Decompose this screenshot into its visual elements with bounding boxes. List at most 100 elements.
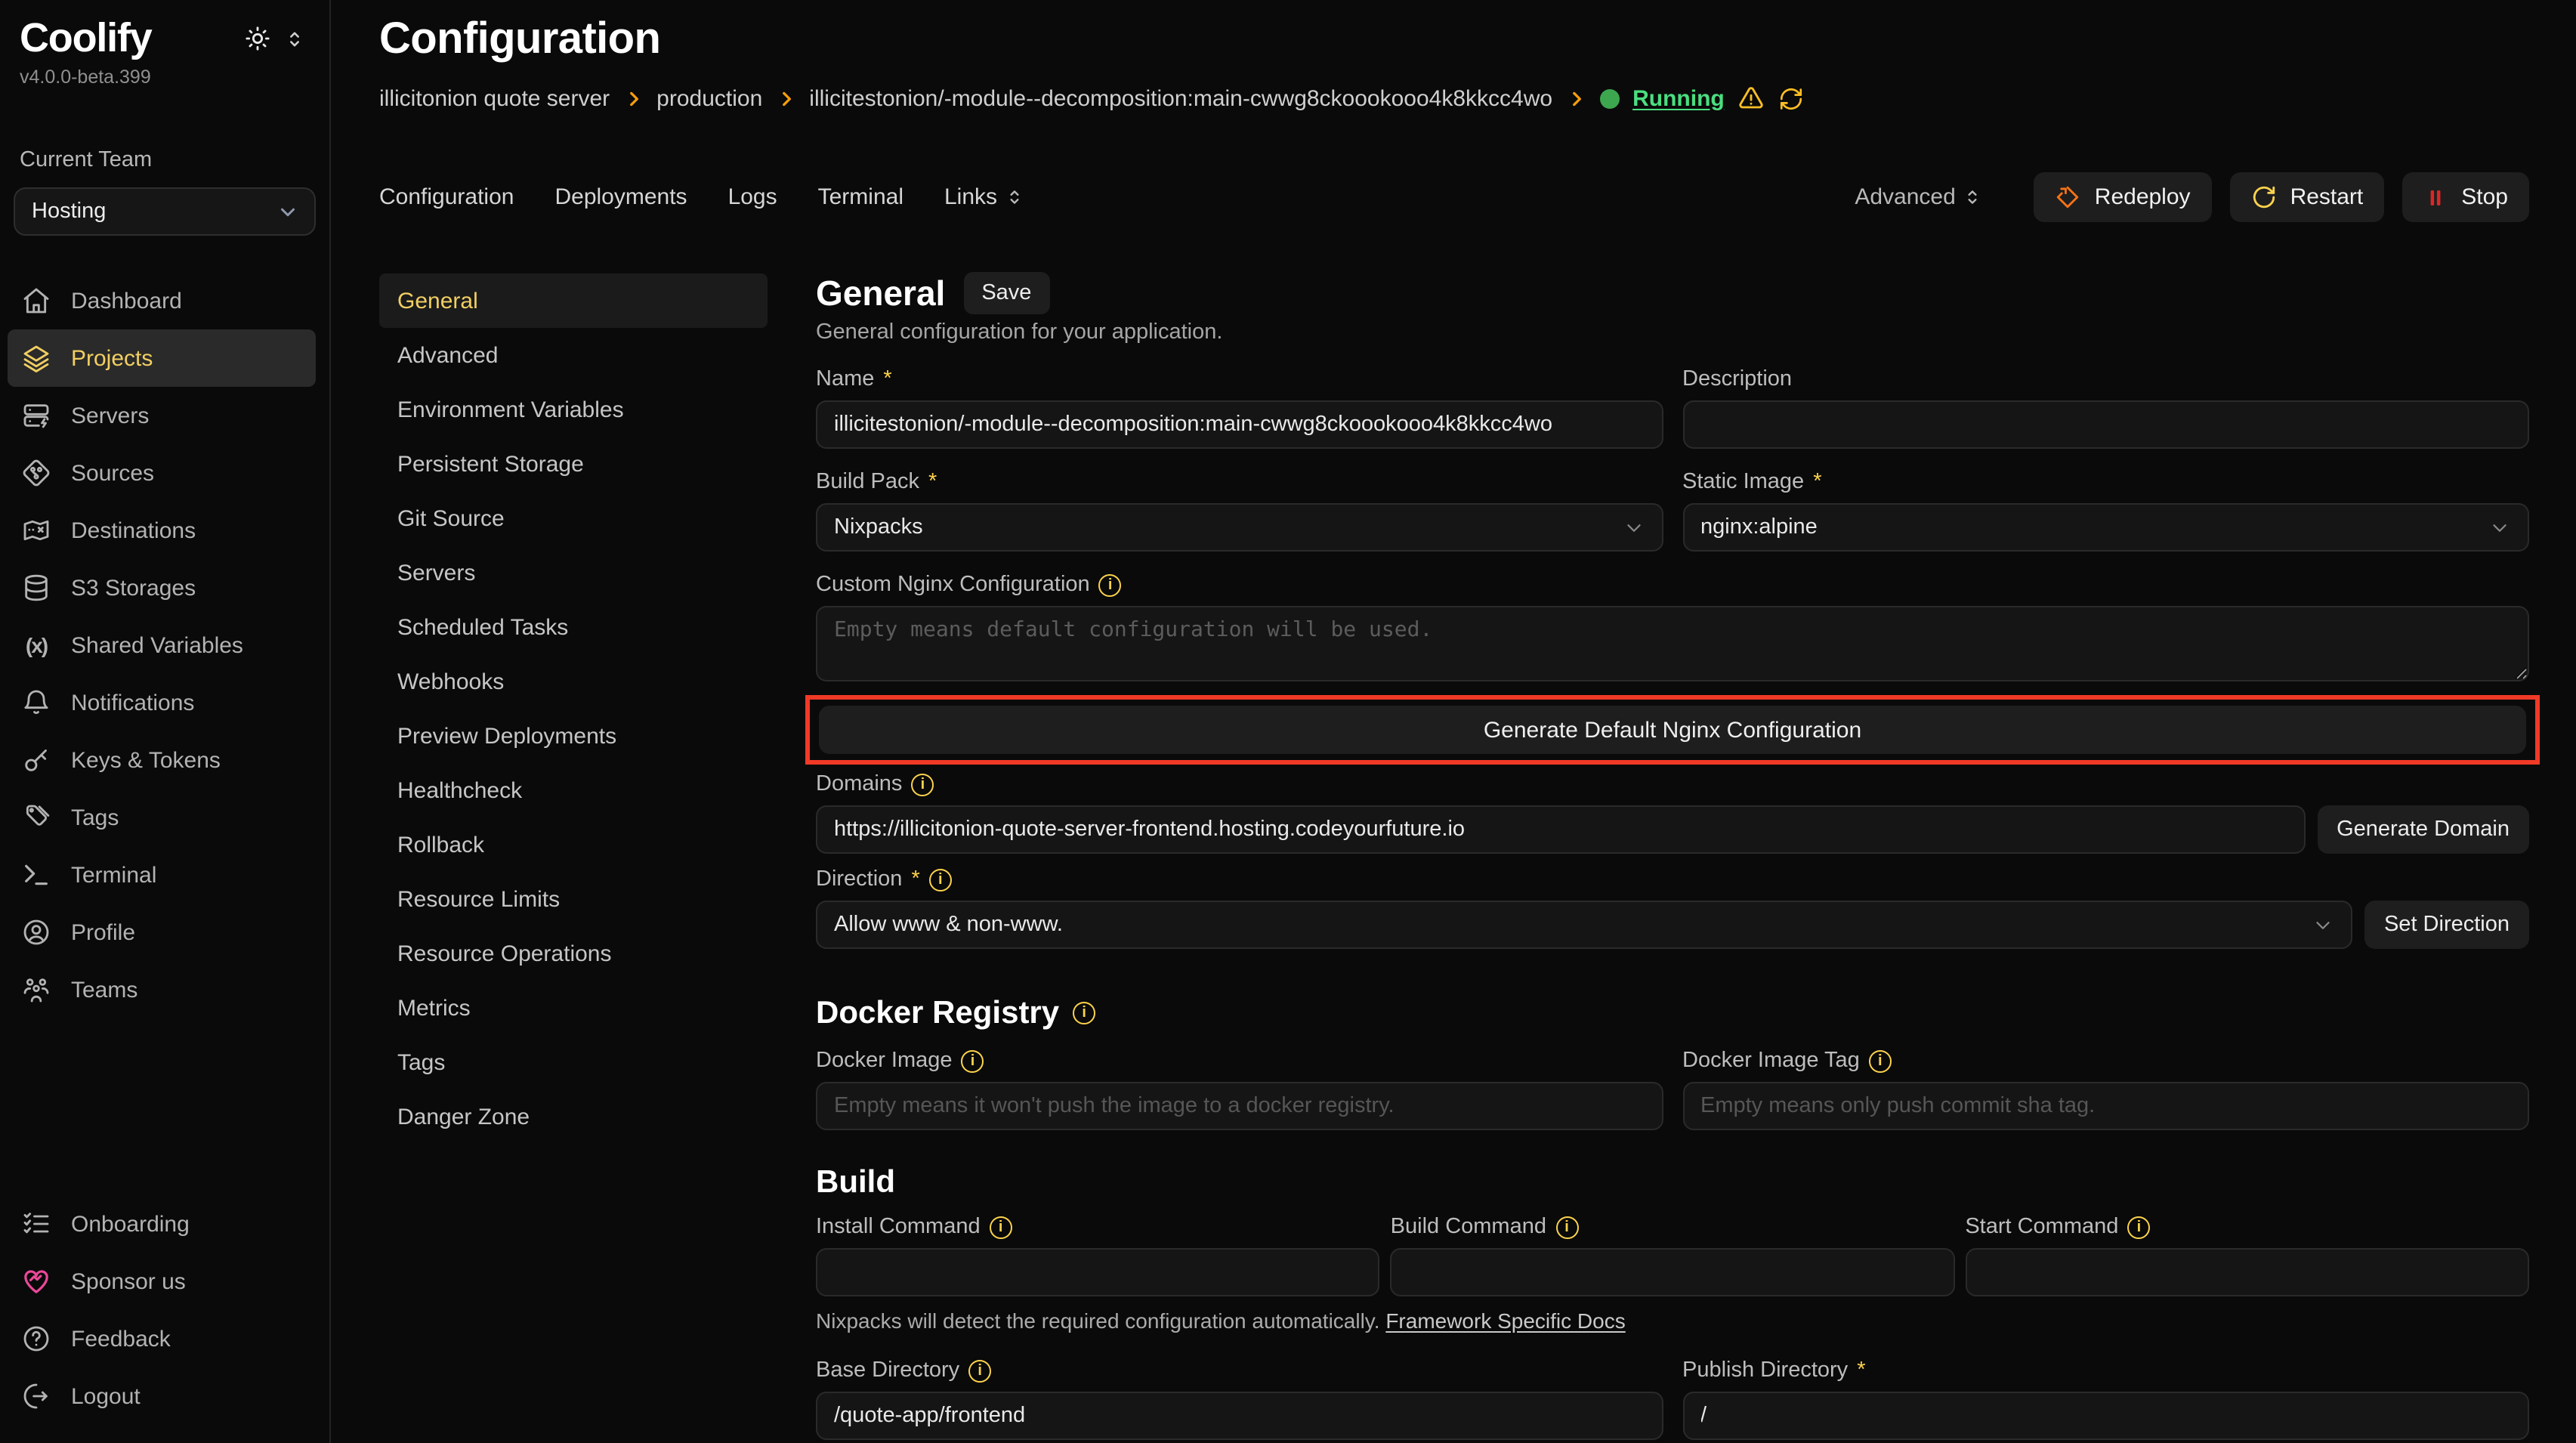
info-icon[interactable]: i bbox=[929, 868, 952, 891]
status-badge[interactable]: Running bbox=[1632, 85, 1725, 111]
section-title-build: Build bbox=[816, 1163, 2529, 1201]
subnav-persistent-storage[interactable]: Persistent Storage bbox=[379, 437, 768, 491]
sidebar-item-notifications[interactable]: Notifications bbox=[0, 674, 329, 731]
sidebar-nav: Dashboard Projects Servers Sources bbox=[0, 272, 329, 1018]
git-source-icon bbox=[21, 458, 51, 488]
sidebar-item-onboarding[interactable]: Onboarding bbox=[0, 1195, 329, 1253]
docker-image-input[interactable] bbox=[816, 1082, 1663, 1130]
subnav-metrics[interactable]: Metrics bbox=[379, 981, 768, 1035]
start-command-input[interactable] bbox=[1965, 1248, 2529, 1296]
refresh-icon[interactable] bbox=[1779, 85, 1805, 111]
nginx-config-textarea[interactable] bbox=[816, 606, 2529, 681]
sidebar-item-destinations[interactable]: Destinations bbox=[0, 502, 329, 559]
sidebar-item-tags[interactable]: Tags bbox=[0, 789, 329, 846]
required-marker: * bbox=[1857, 1358, 1865, 1383]
subnav-git-source[interactable]: Git Source bbox=[379, 491, 768, 545]
sidebar-item-shared-variables[interactable]: (x) Shared Variables bbox=[0, 616, 329, 674]
subnav-general[interactable]: General bbox=[379, 273, 768, 328]
info-icon[interactable]: i bbox=[2127, 1216, 2150, 1238]
direction-select[interactable]: Allow www & non-www. bbox=[816, 901, 2352, 949]
build-pack-select[interactable]: Nixpacks bbox=[816, 503, 1663, 552]
page-title: Configuration bbox=[379, 15, 2529, 65]
general-form: General Save General configuration for y… bbox=[816, 273, 2529, 1440]
name-input[interactable] bbox=[816, 400, 1663, 449]
info-icon[interactable]: i bbox=[962, 1049, 984, 1072]
heart-icon bbox=[21, 1266, 51, 1296]
build-command-input[interactable] bbox=[1391, 1248, 1955, 1296]
breadcrumb-environment[interactable]: production bbox=[656, 85, 762, 111]
sidebar-item-keys-tokens[interactable]: Keys & Tokens bbox=[0, 731, 329, 789]
install-command-input[interactable] bbox=[816, 1248, 1380, 1296]
redeploy-button[interactable]: Redeploy bbox=[2034, 172, 2212, 222]
section-description: General configuration for your applicati… bbox=[816, 320, 2529, 345]
framework-docs-link[interactable]: Framework Specific Docs bbox=[1385, 1309, 1625, 1333]
terminal-icon bbox=[21, 860, 51, 890]
required-marker: * bbox=[883, 367, 891, 391]
breadcrumb-application: illicitestonion/-module--decomposition:m… bbox=[809, 85, 1552, 111]
sidebar-item-dashboard[interactable]: Dashboard bbox=[0, 272, 329, 329]
team-select-value: Hosting bbox=[32, 199, 106, 224]
docker-image-tag-input[interactable] bbox=[1682, 1082, 2529, 1130]
subnav-environment-variables[interactable]: Environment Variables bbox=[379, 382, 768, 437]
description-input[interactable] bbox=[1682, 400, 2529, 449]
base-directory-input[interactable] bbox=[816, 1392, 1663, 1440]
team-select[interactable]: Hosting bbox=[14, 187, 316, 236]
sidebar-item-servers[interactable]: Servers bbox=[0, 387, 329, 444]
tab-terminal[interactable]: Terminal bbox=[818, 184, 903, 210]
info-icon[interactable]: i bbox=[968, 1359, 991, 1382]
tab-logs[interactable]: Logs bbox=[728, 184, 777, 210]
subnav-resource-operations[interactable]: Resource Operations bbox=[379, 926, 768, 981]
sidebar-item-logout[interactable]: Logout bbox=[0, 1367, 329, 1425]
advanced-dropdown[interactable]: Advanced bbox=[1855, 184, 1982, 210]
sidebar-item-sources[interactable]: Sources bbox=[0, 444, 329, 502]
info-icon[interactable]: i bbox=[911, 773, 934, 796]
tab-configuration[interactable]: Configuration bbox=[379, 184, 514, 210]
breadcrumb: illicitonion quote server production ill… bbox=[379, 85, 2529, 112]
sidebar-item-sponsor[interactable]: Sponsor us bbox=[0, 1253, 329, 1310]
restart-button[interactable]: Restart bbox=[2230, 172, 2385, 222]
subnav-scheduled-tasks[interactable]: Scheduled Tasks bbox=[379, 600, 768, 654]
sidebar-item-terminal[interactable]: Terminal bbox=[0, 846, 329, 904]
chevron-down-icon bbox=[2312, 913, 2334, 936]
chevrons-up-down-icon[interactable] bbox=[284, 28, 305, 49]
sidebar-item-profile[interactable]: Profile bbox=[0, 904, 329, 961]
breadcrumb-project[interactable]: illicitonion quote server bbox=[379, 85, 610, 111]
subnav-webhooks[interactable]: Webhooks bbox=[379, 654, 768, 709]
subnav-servers[interactable]: Servers bbox=[379, 545, 768, 600]
build-pack-label: Build Pack bbox=[816, 470, 919, 494]
user-circle-icon bbox=[21, 917, 51, 947]
docker-image-tag-label: Docker Image Tag bbox=[1682, 1049, 1860, 1073]
static-image-select[interactable]: nginx:alpine bbox=[1682, 503, 2529, 552]
theme-toggle-sun-icon[interactable] bbox=[245, 26, 270, 51]
subnav-advanced[interactable]: Advanced bbox=[379, 328, 768, 382]
subnav-tags[interactable]: Tags bbox=[379, 1035, 768, 1089]
database-icon bbox=[21, 573, 51, 603]
sidebar-item-s3-storages[interactable]: S3 Storages bbox=[0, 559, 329, 616]
install-command-label: Install Command bbox=[816, 1215, 981, 1239]
generate-domain-button[interactable]: Generate Domain bbox=[2317, 805, 2529, 854]
info-icon[interactable]: i bbox=[1073, 1002, 1095, 1024]
stop-button[interactable]: Stop bbox=[2402, 172, 2529, 222]
info-icon[interactable]: i bbox=[1099, 573, 1122, 596]
publish-directory-input[interactable] bbox=[1682, 1392, 2529, 1440]
subnav-preview-deployments[interactable]: Preview Deployments bbox=[379, 709, 768, 763]
save-button[interactable]: Save bbox=[963, 272, 1049, 314]
info-icon[interactable]: i bbox=[990, 1216, 1012, 1238]
tab-deployments[interactable]: Deployments bbox=[554, 184, 687, 210]
sidebar-item-feedback[interactable]: Feedback bbox=[0, 1310, 329, 1367]
key-icon bbox=[21, 745, 51, 775]
chevron-right-icon bbox=[1566, 88, 1586, 108]
info-icon[interactable]: i bbox=[1555, 1216, 1578, 1238]
info-icon[interactable]: i bbox=[1869, 1049, 1892, 1072]
subnav-danger-zone[interactable]: Danger Zone bbox=[379, 1089, 768, 1144]
main-content: Configuration illicitonion quote server … bbox=[332, 0, 2576, 1443]
subnav-healthcheck[interactable]: Healthcheck bbox=[379, 763, 768, 817]
sidebar-item-projects[interactable]: Projects bbox=[8, 329, 316, 387]
sidebar-item-teams[interactable]: Teams bbox=[0, 961, 329, 1018]
set-direction-button[interactable]: Set Direction bbox=[2364, 901, 2529, 949]
domains-input[interactable] bbox=[816, 805, 2305, 854]
subnav-resource-limits[interactable]: Resource Limits bbox=[379, 872, 768, 926]
generate-nginx-config-button[interactable]: Generate Default Nginx Configuration bbox=[819, 706, 2526, 754]
tab-links[interactable]: Links bbox=[944, 184, 1024, 210]
subnav-rollback[interactable]: Rollback bbox=[379, 817, 768, 872]
